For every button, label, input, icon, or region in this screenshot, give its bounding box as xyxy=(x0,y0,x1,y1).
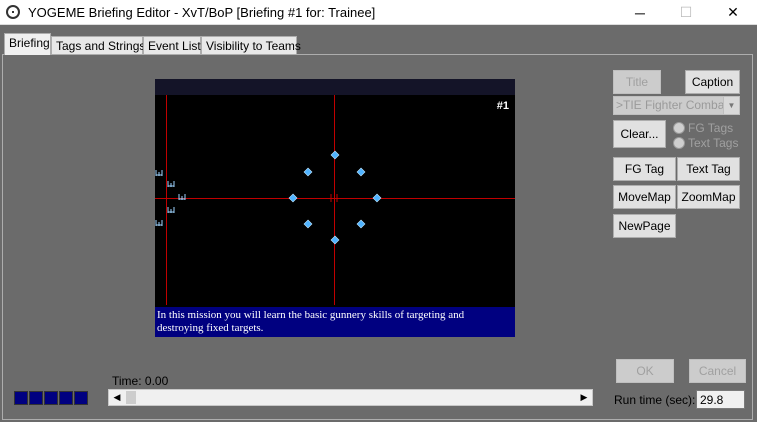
page-indicator[interactable] xyxy=(14,391,28,405)
target-diamond-icon[interactable] xyxy=(303,167,313,177)
minimize-button[interactable]: ─ xyxy=(617,0,663,25)
newpage-button[interactable]: NewPage xyxy=(613,214,676,238)
tab-briefing[interactable]: Briefing xyxy=(4,33,51,55)
page-indicator[interactable] xyxy=(44,391,58,405)
text-tags-radio[interactable]: Text Tags xyxy=(673,136,738,150)
maximize-button[interactable]: ☐ xyxy=(663,0,709,25)
fighter-craft-icon[interactable] xyxy=(178,194,186,200)
briefing-map[interactable]: #1 In this mission you will learn the ba… xyxy=(155,79,515,337)
text-tags-radio-label: Text Tags xyxy=(688,136,739,150)
window-title: YOGEME Briefing Editor - XvT/BoP [Briefi… xyxy=(28,5,376,20)
target-diamond-icon[interactable] xyxy=(356,167,366,177)
fighter-craft-icon[interactable] xyxy=(155,220,163,226)
tab-visibility-to-teams[interactable]: Visibility to Teams xyxy=(201,36,301,55)
target-diamond-icon[interactable] xyxy=(372,193,382,203)
map-markers-layer xyxy=(155,150,382,245)
caption-button[interactable]: Caption xyxy=(685,70,740,94)
page-indicator[interactable] xyxy=(29,391,43,405)
title-button[interactable]: Title xyxy=(613,70,661,94)
fg-tags-radio[interactable]: FG Tags xyxy=(673,121,733,135)
runtime-input[interactable] xyxy=(696,390,745,409)
radio-icon xyxy=(673,122,685,134)
flight-group-select-value: >TIE Fighter Combat # xyxy=(616,98,738,112)
app-icon xyxy=(6,5,20,19)
target-diamond-icon[interactable] xyxy=(330,150,340,160)
fg-tag-button[interactable]: FG Tag xyxy=(613,157,676,181)
text-tag-button[interactable]: Text Tag xyxy=(677,157,740,181)
briefing-editor-window: YOGEME Briefing Editor - XvT/BoP [Briefi… xyxy=(0,0,757,422)
tab-event-list[interactable]: Event List xyxy=(143,36,201,55)
movemap-button[interactable]: MoveMap xyxy=(613,185,676,209)
fighter-craft-icon[interactable] xyxy=(167,207,175,213)
scroll-left-icon[interactable]: ◀ xyxy=(109,390,125,405)
flight-group-select[interactable]: >TIE Fighter Combat # ▼ xyxy=(613,96,740,115)
fighter-craft-icon[interactable] xyxy=(167,181,175,187)
cancel-button[interactable]: Cancel xyxy=(689,359,746,383)
target-diamond-icon[interactable] xyxy=(288,193,298,203)
ok-button[interactable]: OK xyxy=(616,359,674,383)
target-diamond-icon[interactable] xyxy=(356,219,366,229)
page-indicator[interactable] xyxy=(74,391,88,405)
chevron-down-icon[interactable]: ▼ xyxy=(723,97,739,114)
scroll-right-icon[interactable]: ▶ xyxy=(576,390,592,405)
tab-tags-and-strings[interactable]: Tags and Strings xyxy=(51,36,145,55)
title-bar: YOGEME Briefing Editor - XvT/BoP [Briefi… xyxy=(0,0,757,25)
radio-icon xyxy=(673,137,685,149)
page-indicator[interactable] xyxy=(59,391,73,405)
timeline-scrollbar[interactable]: ◀ ▶ xyxy=(108,389,593,406)
target-diamond-icon[interactable] xyxy=(303,219,313,229)
fighter-craft-icon[interactable] xyxy=(155,170,163,176)
briefing-caption-text: In this mission you will learn the basic… xyxy=(155,307,515,337)
fg-tags-radio-label: FG Tags xyxy=(688,121,734,135)
close-button[interactable]: ✕ xyxy=(710,0,756,25)
center-tick xyxy=(330,194,338,202)
time-readout: Time: 0.00 xyxy=(112,374,169,388)
runtime-label: Run time (sec): xyxy=(614,393,696,407)
target-diamond-icon[interactable] xyxy=(330,235,340,245)
timeline-scroll-thumb[interactable] xyxy=(126,391,136,404)
zoommap-button[interactable]: ZoomMap xyxy=(677,185,740,209)
clear-button[interactable]: Clear... xyxy=(613,120,666,148)
